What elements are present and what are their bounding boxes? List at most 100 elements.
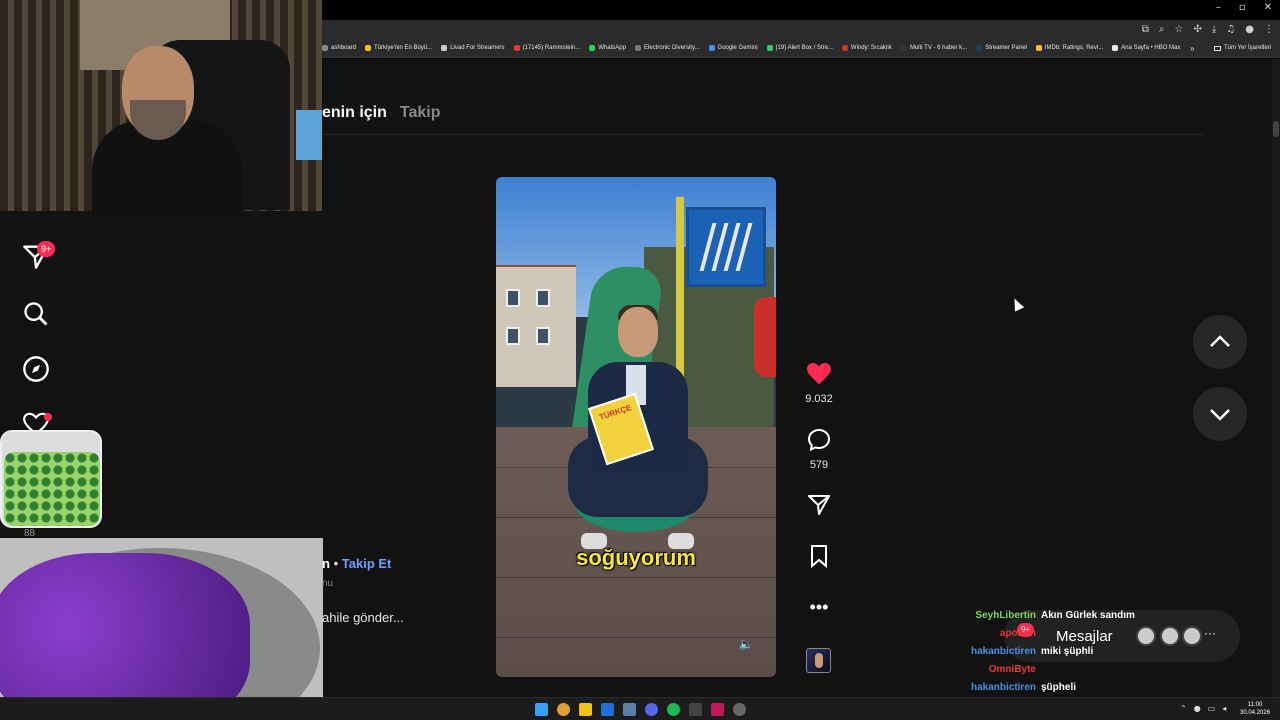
folder-icon[interactable]	[579, 703, 592, 716]
bookmark-label: Türkiye'nin En Büyü...	[374, 45, 433, 51]
bookmark-item[interactable]: (19) Alert Box / Stre...	[766, 45, 833, 51]
bookmark-favicon-icon	[513, 45, 520, 51]
close-button[interactable]: ✕	[1264, 2, 1272, 13]
message-avatar[interactable]	[1136, 626, 1156, 646]
menu-icon[interactable]: ⋮	[1264, 24, 1274, 35]
media-icon[interactable]: ♫	[1226, 24, 1235, 35]
bookmark-item[interactable]: Türkiye'nin En Büyü...	[365, 45, 432, 51]
bookmark-item[interactable]: (17145) Rammstein...	[513, 45, 580, 51]
video-caption: soğuyorum	[576, 545, 696, 570]
building-window	[536, 289, 550, 307]
bookmark-favicon-icon	[841, 45, 848, 51]
emote-overlay	[0, 430, 102, 528]
tray-mic-icon[interactable]: ●	[1194, 704, 1201, 713]
steam-icon[interactable]	[623, 703, 636, 716]
profile-icon[interactable]: ●	[1245, 24, 1254, 35]
bookmark-item[interactable]: IMDb: Ratings, Revi...	[1035, 45, 1103, 51]
author-name[interactable]: n	[322, 556, 330, 571]
bookmarks-more-button[interactable]: »	[1190, 44, 1194, 53]
tray-volume-icon[interactable]: ◂	[1222, 704, 1226, 713]
bookmark-favicon-icon	[1112, 45, 1119, 51]
taskbar: ⌃ ● ▭ ◂ 11:00 30.04.2026	[0, 697, 1280, 720]
video-player[interactable]: TÜRKÇE soğuyorum 🔈	[496, 177, 776, 677]
extensions-icon[interactable]: ✣	[1193, 24, 1201, 35]
explore-nav[interactable]	[22, 355, 50, 383]
tab-for-you[interactable]: enin için	[322, 104, 387, 122]
bookmark-favicon-icon	[976, 45, 983, 51]
tile-line	[496, 637, 776, 638]
search-nav[interactable]	[22, 300, 50, 328]
next-video-button[interactable]	[1193, 387, 1247, 441]
comment-icon	[807, 428, 831, 452]
bookmark-item[interactable]: ashboard	[322, 45, 356, 51]
start-icon[interactable]	[535, 703, 548, 716]
bookmark-item[interactable]: Electronic Diversity...	[634, 45, 700, 51]
pet-blanket	[0, 553, 250, 720]
chat-message: OmniByte	[962, 664, 1041, 675]
previous-video-button[interactable]	[1193, 315, 1247, 369]
share-button[interactable]	[799, 492, 839, 521]
bookmark-item[interactable]: WhatsApp	[589, 45, 626, 51]
chat-username[interactable]: SeyhLibertin	[962, 610, 1036, 621]
save-button[interactable]	[799, 544, 839, 573]
tab-following[interactable]: Takip	[400, 104, 441, 122]
like-button[interactable]: 9.032	[799, 362, 839, 405]
heart-icon	[807, 363, 831, 384]
bookmark-favicon-icon	[365, 45, 372, 51]
streamer-webcam	[0, 0, 322, 211]
chat-username[interactable]: OmniByte	[962, 664, 1036, 675]
obs-icon[interactable]	[733, 703, 746, 716]
comment-button[interactable]: 579	[799, 428, 839, 471]
all-bookmarks-button[interactable]: Tüm Yer İşaretleri	[1214, 45, 1271, 51]
tray-chevron-icon[interactable]: ⌃	[1180, 704, 1187, 713]
bookmark-label: Multi TV - 6 haber k...	[909, 45, 968, 51]
download-icon[interactable]: ⤓	[1212, 24, 1216, 35]
messages-more-button[interactable]: ···	[1204, 626, 1216, 640]
message-avatar[interactable]	[1160, 626, 1180, 646]
tile-line	[496, 577, 776, 578]
bookmark-item[interactable]: Windy: Sıcaklık	[841, 45, 892, 51]
follow-button[interactable]: Takip Et	[342, 556, 392, 571]
author-separator: •	[333, 556, 339, 571]
screen-share-icon[interactable]: ⧉	[1142, 24, 1149, 35]
star-icon[interactable]: ☆	[1175, 24, 1184, 35]
bookmark-item[interactable]: Ana Sayfa • HBO Max	[1112, 45, 1180, 51]
maximize-button[interactable]: ▫	[1239, 2, 1246, 13]
streaming-app-icon[interactable]	[711, 703, 724, 716]
epic-icon[interactable]	[689, 703, 702, 716]
bookmark-item[interactable]: Streamer Panel	[976, 45, 1027, 51]
building-window	[536, 327, 550, 345]
video-playground-panel	[686, 207, 766, 287]
zoom-icon[interactable]: ⌕	[1159, 24, 1165, 35]
chevron-down-icon	[1210, 409, 1230, 421]
bookmark-label: Electronic Diversity...	[643, 45, 700, 51]
taskbar-clock[interactable]: 11:00 30.04.2026	[1240, 701, 1270, 717]
chat-username[interactable]: aponun	[962, 628, 1036, 639]
page-scrollbar[interactable]	[1272, 59, 1280, 697]
bookmark-item[interactable]: Multi TV - 6 haber k...	[900, 45, 968, 51]
bookmark-item[interactable]: Google Gemini	[708, 45, 758, 51]
spotify-icon[interactable]	[667, 703, 680, 716]
scroll-thumb[interactable]	[1273, 121, 1279, 137]
tray-network-icon[interactable]: ▭	[1208, 704, 1216, 713]
volume-icon[interactable]: 🔈	[736, 637, 756, 657]
messages-label[interactable]: Mesajlar	[1056, 628, 1113, 645]
bookmark-label: (19) Alert Box / Stre...	[775, 45, 833, 51]
message-avatar[interactable]	[1182, 626, 1202, 646]
pet-camera	[0, 538, 323, 720]
chevron-up-icon	[1210, 335, 1230, 347]
chat-username[interactable]: hakanbictiren	[962, 646, 1036, 657]
system-tray: ⌃ ● ▭ ◂	[1180, 704, 1226, 713]
bookmark-list: ashboard Türkiye'nin En Büyü... Livad For …	[322, 45, 1180, 51]
chrome-icon[interactable]	[557, 703, 570, 716]
edge-icon[interactable]	[601, 703, 614, 716]
more-options-button[interactable]: •••	[799, 598, 839, 616]
bookmark-item[interactable]: Livad For Streamers	[441, 45, 505, 51]
chat-username[interactable]: hakanbictiren	[962, 682, 1036, 693]
bookmark-label: Livad For Streamers	[450, 45, 505, 51]
minimize-button[interactable]: –	[1216, 2, 1221, 13]
author-avatar[interactable]	[806, 648, 831, 673]
bookmark-favicon-icon	[900, 45, 907, 51]
discord-icon[interactable]	[645, 703, 658, 716]
toolbar-icons: ⧉ ⌕ ☆ ✣ ⤓ ♫ ● ⋮	[1142, 24, 1274, 35]
